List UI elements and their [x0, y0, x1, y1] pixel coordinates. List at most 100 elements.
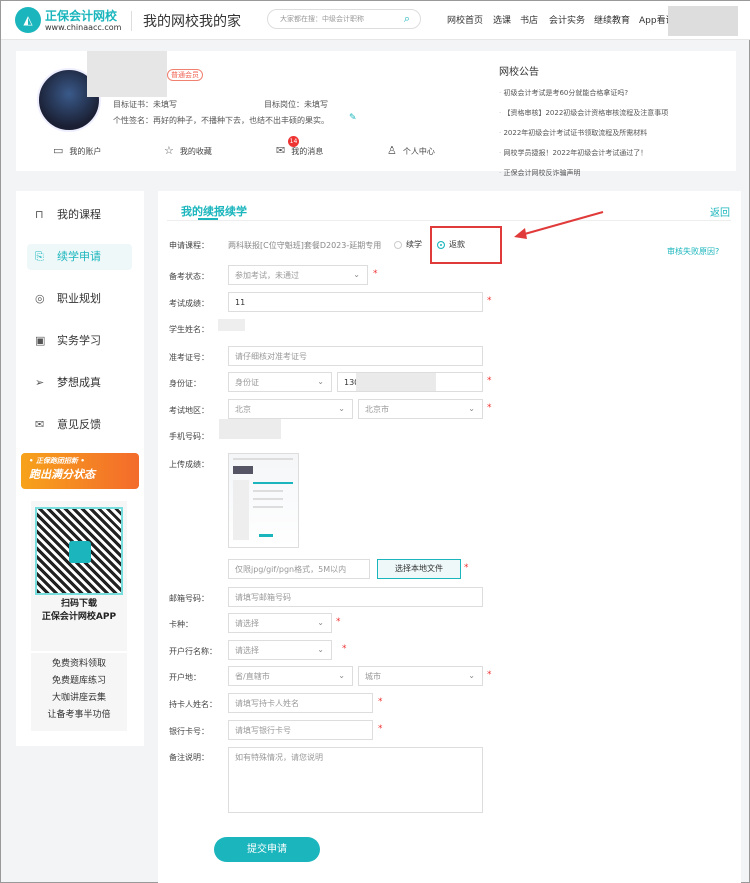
id-number-input[interactable]: 130: [337, 372, 483, 392]
user-menu-blurred[interactable]: [668, 6, 738, 36]
target-job: 目标岗位：未填写: [264, 100, 328, 109]
notice-item[interactable]: 网校学员捷报！2022年初级会计考试通过了！: [499, 148, 729, 158]
course-label: 申请课程：: [169, 241, 209, 250]
sidebar-item-renewal[interactable]: ⎘ 续学申请: [27, 244, 132, 270]
status-label: 备考状态：: [169, 272, 209, 281]
ticket-input[interactable]: 请仔细核对准考证号: [228, 346, 483, 366]
radio-renew[interactable]: 续学: [394, 239, 422, 250]
holder-input[interactable]: 请填写持卡人姓名: [228, 693, 373, 713]
sidebar-item-feedback[interactable]: ✉ 意见反馈: [27, 412, 132, 438]
search-icon[interactable]: ⌕: [404, 12, 410, 26]
sidebar-label: 梦想成真: [57, 376, 101, 389]
required-mark: *: [487, 296, 492, 306]
score-input[interactable]: 11: [228, 292, 483, 312]
select-value: 省/直辖市: [235, 672, 270, 681]
signature: 个性签名：再好的种子，不播种下去，也结不出丰硕的果实。: [113, 116, 329, 125]
nav-practice[interactable]: 会计实务: [549, 13, 585, 26]
required-mark: *: [336, 617, 341, 627]
email-label: 邮箱号码：: [169, 594, 209, 603]
radio-label: 续学: [406, 240, 422, 249]
select-value: 身份证: [235, 378, 259, 387]
sidebar-item-practice[interactable]: ▣ 实务学习: [27, 328, 132, 354]
qr-code: [35, 507, 123, 595]
card-type-label: 卡种：: [169, 620, 193, 629]
promo-link[interactable]: 让备考事半功倍: [31, 707, 127, 724]
radio-button[interactable]: [394, 240, 402, 249]
search-placeholder: 大家都在搜：中级会计职称: [280, 15, 364, 23]
card-number-input[interactable]: 请填写银行卡号: [228, 720, 373, 740]
chevron-down-icon: ⌄: [468, 404, 475, 413]
link-account[interactable]: ▭ 我的账户: [53, 144, 101, 157]
link-label: 个人中心: [402, 147, 435, 156]
member-badge: 普通会员: [167, 69, 203, 81]
region-city-select[interactable]: 北京市 ⌄: [358, 399, 483, 419]
region-province-select[interactable]: 北京 ⌄: [228, 399, 353, 419]
ticket-label: 准考证号：: [169, 353, 209, 362]
score-label: 考试成绩：: [169, 299, 209, 308]
logo-title[interactable]: 正保会计网校: [45, 7, 117, 24]
required-mark: *: [378, 697, 383, 707]
logo-icon[interactable]: ◭: [15, 7, 41, 33]
remark-textarea[interactable]: 如有特殊情况，请您说明: [228, 747, 483, 813]
upload-file-input[interactable]: 仅限jpg/gif/pgn格式，5M以内: [228, 559, 370, 579]
required-mark: *: [487, 403, 492, 413]
sidebar-item-courses[interactable]: ⊓ 我的课程: [27, 202, 132, 228]
star-icon: ☆: [164, 144, 174, 157]
name-label: 学生姓名：: [169, 325, 209, 334]
promo-links: 免费资料领取 免费题库练习 大咖讲座云集 让备考事半功倍: [31, 653, 127, 731]
tab-renewal[interactable]: 我的续报续学: [181, 203, 247, 219]
promo-link[interactable]: 免费题库练习: [31, 673, 127, 690]
bank-select[interactable]: 请选择 ⌄: [228, 640, 332, 660]
phone-blurred: [219, 419, 281, 439]
fail-reason-link[interactable]: 审核失败原因?: [667, 246, 719, 257]
qr-caption-2: 正保会计网校APP: [41, 612, 117, 622]
select-value: 请选择: [235, 619, 259, 628]
logo-url: www.chinaacc.com: [45, 23, 122, 32]
chevron-down-icon: ⌄: [317, 377, 324, 386]
bank-city-select[interactable]: 城市 ⌄: [358, 666, 483, 686]
upload-label: 上传成绩：: [169, 460, 209, 469]
mail-icon: ✉: [35, 418, 45, 431]
email-input[interactable]: 请填写邮箱号码: [228, 587, 483, 607]
back-link[interactable]: 返回: [710, 204, 730, 219]
sidebar-item-career[interactable]: ◎ 职业规划: [27, 286, 132, 312]
card-type-select[interactable]: 请选择 ⌄: [228, 613, 332, 633]
nav-continuing-edu[interactable]: 继续教育: [594, 13, 630, 26]
phone-label: 手机号码：: [169, 432, 209, 441]
sidebar-label: 我的课程: [57, 208, 101, 221]
required-mark: *: [378, 724, 383, 734]
card-number-label: 银行卡号：: [169, 727, 209, 736]
promo-link[interactable]: 大咖讲座云集: [31, 690, 127, 707]
notice-item[interactable]: 【资格审核】2022初级会计资格审核流程及注意事项: [499, 108, 729, 118]
bank-province-select[interactable]: 省/直辖市 ⌄: [228, 666, 353, 686]
id-type-select[interactable]: 身份证 ⌄: [228, 372, 332, 392]
nav-home[interactable]: 网校首页: [447, 13, 483, 26]
sidebar-item-dream[interactable]: ➢ 梦想成真: [27, 370, 132, 396]
required-mark: *: [373, 269, 378, 279]
link-personal-center[interactable]: ♙ 个人中心: [387, 144, 435, 157]
notice-item[interactable]: 正保会计网校反诈骗声明: [499, 168, 729, 178]
qr-caption-1: 扫码下载: [60, 599, 97, 609]
notice-item[interactable]: 2022年初级会计考试证书领取流程及所需材料: [499, 128, 729, 138]
status-select[interactable]: 参加考试，未通过 ⌄: [228, 265, 368, 285]
search-input[interactable]: 大家都在搜：中级会计职称 ⌕: [267, 9, 421, 29]
promo-link[interactable]: 免费资料领取: [31, 656, 127, 673]
link-favorites[interactable]: ☆ 我的收藏: [164, 144, 212, 157]
nav-bookstore[interactable]: 书店: [520, 13, 538, 26]
select-value: 北京市: [365, 405, 389, 414]
required-mark: *: [487, 376, 492, 386]
link-messages[interactable]: ✉ 我的消息: [276, 144, 323, 157]
paper-plane-icon: ➢: [35, 376, 45, 389]
chart-circle-icon: ◎: [35, 292, 45, 305]
holder-label: 持卡人姓名：: [169, 700, 217, 709]
nav-courses[interactable]: 选课: [493, 13, 511, 26]
choose-file-button[interactable]: 选择本地文件: [377, 559, 461, 579]
promo-banner[interactable]: • 正保跑团招新 • 跑出满分状态: [21, 453, 139, 489]
uploaded-image-thumbnail[interactable]: [228, 453, 299, 548]
notice-item[interactable]: 初级会计考试是考60分就能合格拿证吗?: [499, 88, 729, 98]
banner-title: 跑出满分状态: [29, 468, 95, 481]
edit-icon[interactable]: ✎: [349, 113, 357, 123]
message-count-badge: 14: [288, 136, 299, 147]
bookmark-icon: ⊓: [35, 208, 44, 221]
submit-button[interactable]: 提交申请: [214, 837, 320, 862]
